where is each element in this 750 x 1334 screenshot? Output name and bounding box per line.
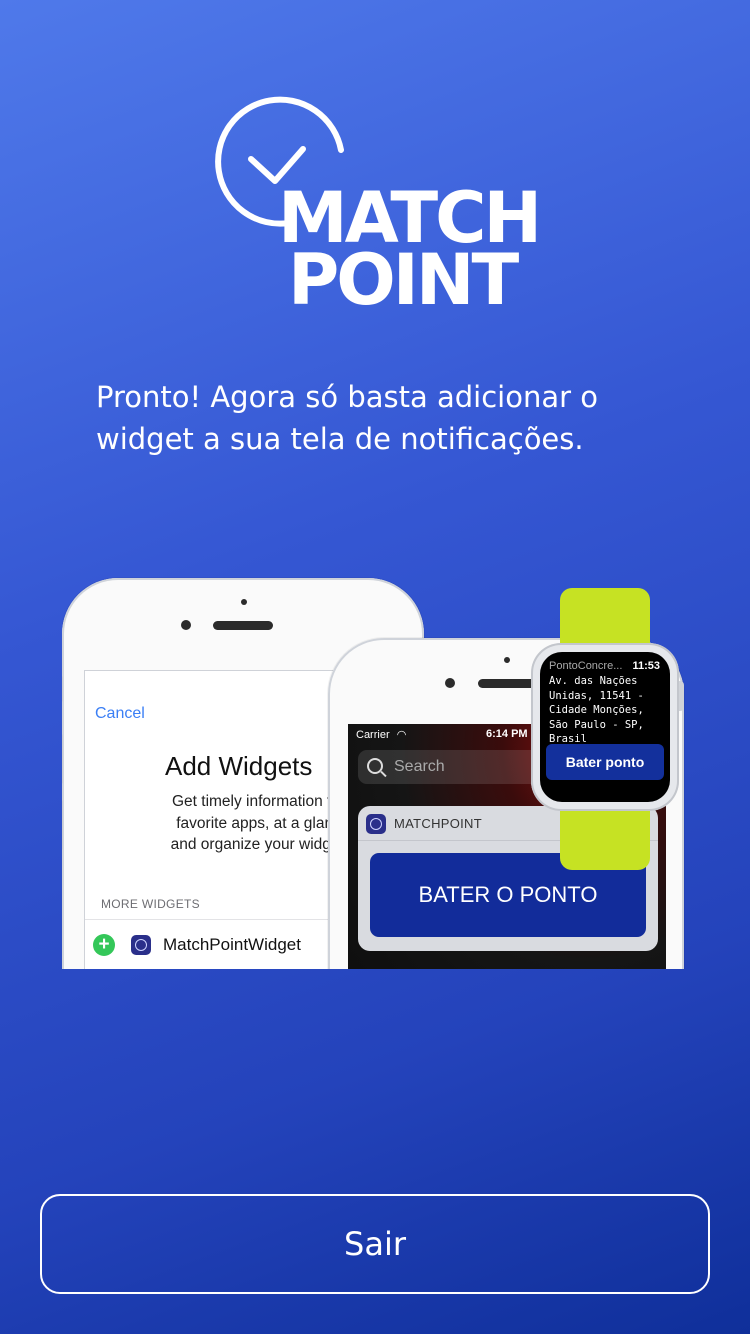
app-logo: MATCH POINT — [205, 95, 545, 315]
carrier-label: Carrier — [356, 729, 390, 741]
matchpoint-app-icon — [131, 935, 151, 955]
add-widgets-title: Add Widgets — [165, 751, 313, 781]
phone-camera — [445, 678, 455, 688]
phone-speaker — [213, 621, 273, 630]
phone-side-button — [62, 800, 63, 850]
onboarding-message: Pronto! Agora só basta adicionar o widge… — [96, 380, 598, 456]
search-icon — [367, 758, 383, 774]
devices-illustration: Cancel Add Widgets Get timely informatio… — [62, 576, 690, 969]
phone-sensor — [241, 599, 247, 605]
apple-watch: PontoConcre... 11:53 Av. das Nações Unid… — [531, 643, 679, 811]
logo-text-point: POINT — [288, 239, 519, 321]
phone-sensor — [504, 657, 510, 663]
status-time: 6:14 PM — [486, 728, 528, 740]
watch-bater-ponto-button: Bater ponto — [546, 744, 664, 780]
phone-camera — [181, 620, 191, 630]
watch-address: Av. das Nações Unidas, 11541 - Cidade Mo… — [549, 675, 644, 745]
watch-time: 11:53 — [632, 660, 660, 672]
watch-app-name: PontoConcre... — [549, 660, 623, 672]
widget-name: MatchPointWidget — [163, 935, 301, 954]
plus-icon: + — [93, 934, 115, 956]
wifi-icon: ◠ — [396, 729, 407, 741]
more-widgets-header: MORE WIDGETS — [101, 897, 200, 911]
phone-side-button — [62, 734, 63, 784]
cancel-link: Cancel — [95, 705, 145, 722]
phone-side-button — [62, 676, 63, 702]
search-placeholder: Search — [394, 758, 445, 775]
widget-app-name: MATCHPOINT — [394, 816, 482, 831]
matchpoint-app-icon — [366, 814, 386, 834]
phone-speaker — [478, 679, 538, 688]
sair-button[interactable]: Sair — [40, 1194, 710, 1294]
watch-screen: PontoConcre... 11:53 Av. das Nações Unid… — [540, 652, 670, 802]
